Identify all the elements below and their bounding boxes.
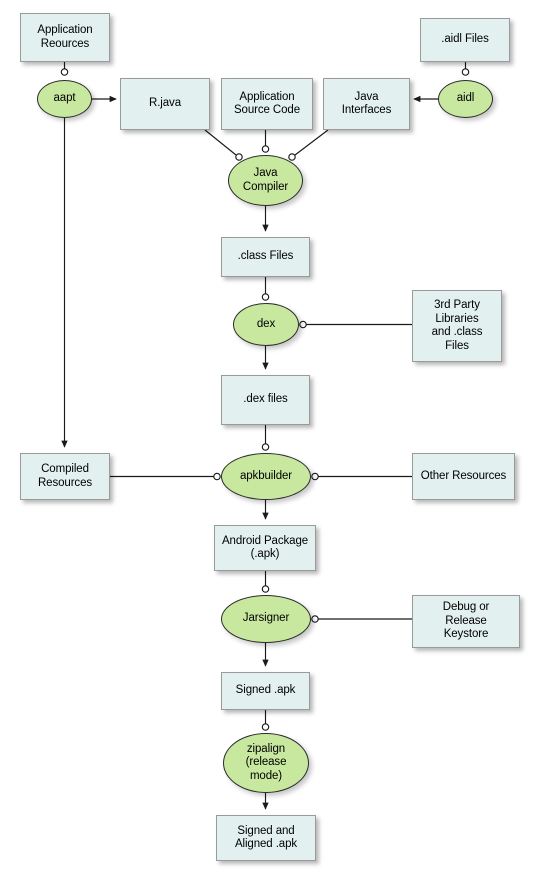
node-jarsigner[interactable]: Jarsigner [221,595,311,643]
node-label: dex [256,317,276,330]
socket-zipalign-top [261,723,270,731]
node-label: Java Interfaces [341,90,392,117]
node-label: aapt [53,92,76,105]
node-java-interfaces[interactable]: Java Interfaces [323,78,410,130]
node-label: Java Compiler [242,167,289,193]
socket-apkbuilder-right [311,472,319,481]
node-label: Jarsigner [242,612,290,625]
node-other-resources[interactable]: Other Resources [412,453,515,500]
node-zipalign[interactable]: zipalign (release mode) [223,733,309,793]
socket-java-compiler-right [288,153,296,161]
node-aidl[interactable]: aidl [438,80,493,118]
socket-aapt-top [60,68,69,76]
node-class-files[interactable]: .class Files [221,237,310,277]
socket-java-compiler-top [261,145,270,153]
socket-dex-right [299,320,307,329]
node-application-source-code[interactable]: Application Source Code [221,78,313,130]
socket-aidl-top [461,68,470,76]
node-signed-aligned-apk[interactable]: Signed and Aligned .apk [216,815,316,861]
node-label: Compiled Resources [37,463,93,489]
node-label: Signed and Aligned .apk [234,824,298,851]
node-label: R.java [149,97,181,110]
edge-java-interfaces-to-java-compiler [294,129,329,156]
socket-java-compiler-left [235,153,243,161]
node-apkbuilder[interactable]: apkbuilder [221,453,311,500]
node-dex[interactable]: dex [233,303,299,346]
node-label: .dex files [243,393,288,406]
socket-jarsigner-top [261,585,270,593]
node-label: aidl [456,92,475,105]
node-dex-files[interactable]: .dex files [221,375,310,425]
socket-apkbuilder-left [213,472,221,481]
node-label: Other Resources [420,469,507,482]
node-debug-release-keystore[interactable]: Debug or Release Keystore [412,595,520,648]
build-process-diagram: Application Reources .aidl Files aapt ai… [0,0,536,882]
node-third-party-libraries[interactable]: 3rd Party Libraries and .class Files [412,290,502,362]
socket-dex-top [261,293,270,301]
socket-jarsigner-right [311,615,319,623]
node-android-package[interactable]: Android Package (.apk) [214,525,316,571]
node-label: apkbuilder [239,469,293,482]
node-label: Android Package (.apk) [221,534,309,561]
node-label: Application Reources [37,24,93,50]
node-aidl-files[interactable]: .aidl Files [420,18,510,62]
edge-r-java-to-java-compiler [204,129,237,156]
node-label: .class Files [237,250,294,263]
node-label: zipalign (release mode) [245,742,287,782]
node-application-resources[interactable]: Application Reources [20,13,110,62]
node-java-compiler[interactable]: Java Compiler [228,155,303,206]
node-aapt[interactable]: aapt [37,80,92,118]
node-label: Signed .apk [235,684,296,697]
node-r-java[interactable]: R.java [120,78,210,130]
node-label: 3rd Party Libraries and .class Files [431,299,483,352]
node-label: .aidl Files [441,33,489,46]
node-signed-apk[interactable]: Signed .apk [221,672,310,710]
node-label: Application Source Code [233,90,301,117]
socket-apkbuilder-top [261,443,270,451]
node-compiled-resources[interactable]: Compiled Resources [20,453,110,500]
node-label: Debug or Release Keystore [442,601,490,641]
